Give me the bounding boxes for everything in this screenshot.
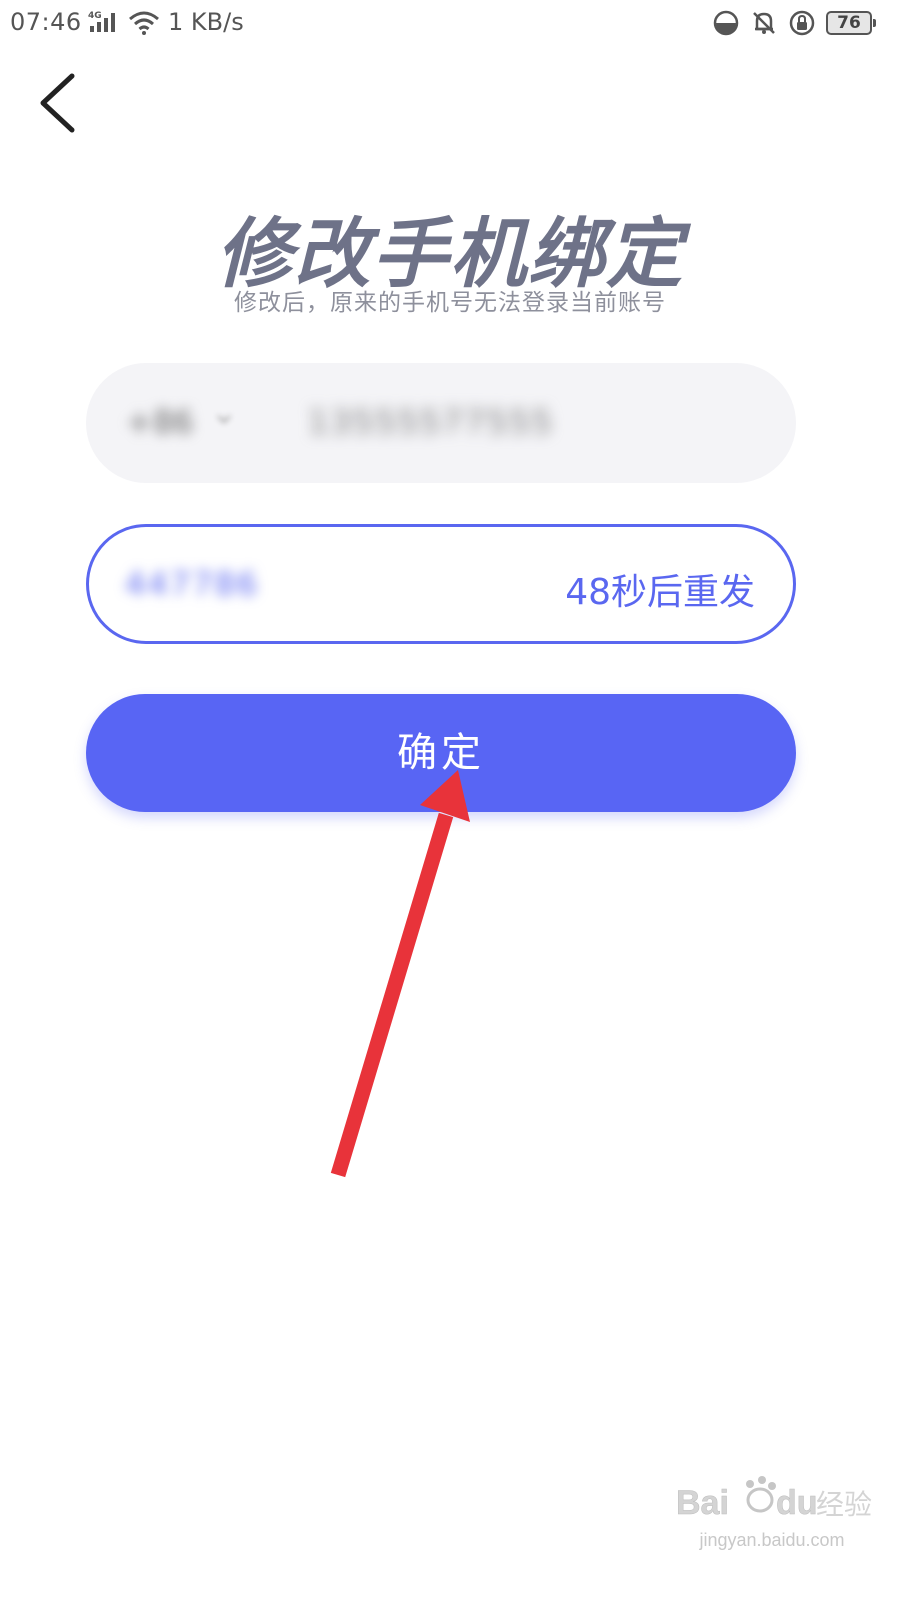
chevron-left-icon — [40, 73, 75, 133]
signal-icon: 4G — [88, 11, 115, 32]
battery-icon: 76 — [826, 11, 876, 35]
country-code-selector[interactable]: +86 — [126, 403, 194, 441]
baidu-watermark: Bai du 经验 jingyan.baidu.com — [672, 1470, 872, 1560]
wifi-icon — [129, 11, 159, 35]
svg-text:du: du — [776, 1484, 818, 1522]
svg-text:经验: 经验 — [816, 1488, 872, 1521]
status-bar: 07:46 4G 1 KB/s 76 — [0, 0, 900, 50]
screen: 07:46 4G 1 KB/s 76 修改手机绑定 修改后，原来的手机号无法登录… — [0, 0, 900, 1600]
baidu-paw-logo-icon: Bai du 经验 — [676, 1476, 872, 1522]
status-right-icons: 76 — [712, 8, 876, 38]
resend-countdown: 48秒后重发 — [565, 572, 755, 613]
verification-code-field[interactable]: 447786 48秒后重发 — [86, 524, 796, 644]
rotation-lock-icon — [789, 10, 815, 36]
battery-level: 76 — [837, 13, 861, 33]
status-time: 07:46 — [10, 8, 82, 36]
watermark-url: jingyan.baidu.com — [699, 1530, 845, 1550]
network-type-label: 4G — [88, 11, 102, 21]
svg-text:Bai: Bai — [676, 1484, 729, 1522]
chevron-down-icon — [217, 415, 231, 424]
verification-code-value: 447786 — [125, 565, 260, 603]
page-subtitle: 修改后，原来的手机号无法登录当前账号 — [234, 290, 666, 316]
phone-number-value: 13555577555 — [308, 403, 554, 441]
night-mode-icon — [713, 10, 739, 36]
confirm-button[interactable]: 确定 — [86, 694, 796, 812]
back-button[interactable] — [30, 70, 90, 140]
phone-number-field[interactable]: +86 13555577555 — [86, 363, 796, 483]
network-speed: 1 KB/s — [168, 8, 244, 36]
bell-muted-icon — [753, 12, 775, 34]
